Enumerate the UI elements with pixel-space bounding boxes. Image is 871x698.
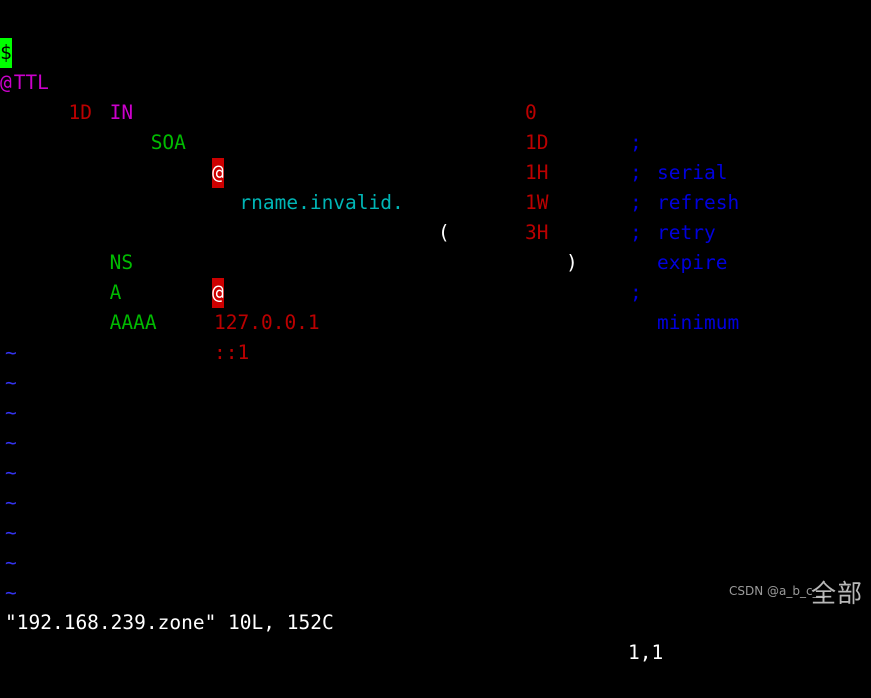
zone-line-ttl[interactable]: $ TTL 1D bbox=[0, 8, 871, 124]
empty-line-marker: ~ bbox=[0, 518, 871, 574]
zone-record-ns[interactable]: NS @ bbox=[0, 218, 871, 308]
empty-line-marker: ~ bbox=[0, 488, 871, 544]
soa-param-serial[interactable]: 0 ; serial bbox=[0, 68, 871, 184]
soa-param-refresh[interactable]: 1D ; refresh bbox=[0, 98, 871, 214]
status-cursor-position: 1,1 bbox=[628, 641, 664, 664]
soa-param-expire[interactable]: 1W ; expire bbox=[0, 158, 871, 274]
status-file-info: "192.168.239.zone" 10L, 152C bbox=[5, 611, 334, 634]
zone-record-aaaa[interactable]: AAAA ::1 bbox=[0, 278, 871, 364]
empty-line-marker: ~ bbox=[0, 428, 871, 484]
empty-line-marker: ~ bbox=[0, 548, 871, 604]
vim-status-line: "192.168.239.zone" 10L, 152C 1,1 bbox=[0, 578, 871, 664]
empty-line-marker: ~ bbox=[0, 338, 871, 394]
empty-line-marker: ~ bbox=[0, 308, 871, 364]
zone-record-a[interactable]: A 127.0.0.1 bbox=[0, 248, 871, 334]
empty-line-marker: ~ bbox=[0, 398, 871, 454]
zone-line-soa[interactable]: @ IN SOA @ rname.invalid. ( bbox=[0, 38, 871, 244]
empty-line-marker: ~ bbox=[0, 368, 871, 424]
soa-param-minimum[interactable]: 3H ) ; minimum bbox=[0, 188, 871, 334]
soa-param-retry[interactable]: 1H ; retry bbox=[0, 128, 871, 244]
terminal-screen: $ TTL 1D @ IN SOA @ rname.invalid. ( 0 ;… bbox=[0, 0, 871, 664]
empty-line-marker: ~ bbox=[0, 458, 871, 514]
